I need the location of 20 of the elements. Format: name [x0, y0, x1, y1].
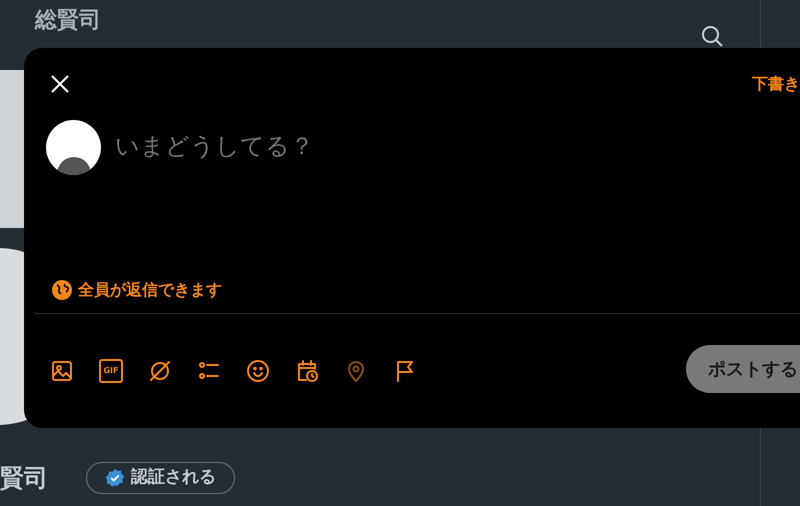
post-button[interactable]: ポストする: [686, 345, 800, 393]
drafts-button[interactable]: 下書き: [752, 72, 800, 96]
calendar-clock-icon: [295, 359, 319, 383]
gif-button[interactable]: GIF: [99, 359, 123, 383]
smiley-button[interactable]: [246, 359, 270, 383]
globe-icon: [52, 280, 72, 300]
slashed-circle-icon: [148, 359, 172, 383]
header-title: 総賢司: [35, 7, 101, 35]
reply-setting-button[interactable]: 全員が返信できます: [78, 278, 222, 302]
calendar-clock-button[interactable]: [295, 359, 319, 383]
profile-name: 賢司: [0, 463, 48, 494]
image-icon: [50, 359, 74, 383]
smiley-icon: [246, 359, 270, 383]
image-button[interactable]: [50, 359, 74, 383]
post-input-field[interactable]: いまどうしてる？: [115, 120, 800, 170]
slashed-circle-button[interactable]: [148, 359, 172, 383]
verified-badge-icon: [105, 468, 125, 488]
close-icon: [50, 74, 70, 94]
search-icon[interactable]: [700, 24, 724, 48]
verify-button[interactable]: 認証される: [86, 462, 235, 494]
